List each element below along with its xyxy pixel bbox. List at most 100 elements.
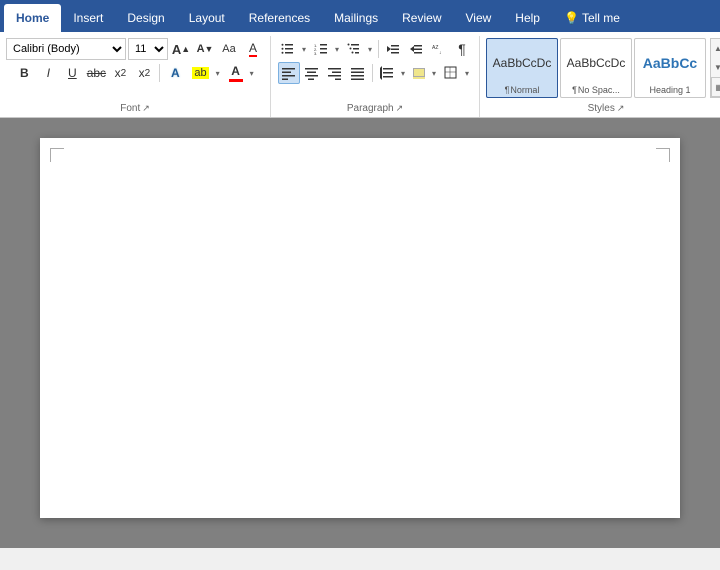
- style-normal-label: ¶ ¶ Normal Normal: [505, 85, 540, 95]
- shading-preview: [413, 68, 425, 77]
- bullets-split-btn: ▾: [277, 38, 309, 60]
- tab-view[interactable]: View: [454, 4, 504, 32]
- page-corner-top-right: [656, 148, 670, 162]
- increase-indent-icon: [409, 42, 423, 56]
- highlight-dropdown-button[interactable]: ▾: [213, 62, 223, 84]
- sort-icon: AZ ↓: [432, 42, 446, 56]
- italic-button[interactable]: I: [37, 62, 59, 84]
- line-spacing-icon: [380, 66, 394, 80]
- styles-list: AaBbCcDc ¶ ¶ Normal Normal AaBbCcDc ¶: [486, 38, 706, 98]
- font-color-button[interactable]: A: [225, 62, 247, 84]
- tell-me-icon: 💡: [564, 11, 579, 25]
- font-group: Calibri (Body) 11 8910 121416 182024 283…: [0, 36, 271, 117]
- styles-scroll-up-button[interactable]: ▲: [711, 39, 720, 58]
- line-spacing-button[interactable]: [376, 62, 398, 84]
- underline-button[interactable]: U: [61, 62, 83, 84]
- font-size-select[interactable]: 11 8910 121416 182024 283648 72: [128, 38, 168, 60]
- bullets-dropdown[interactable]: ▾: [299, 38, 309, 60]
- bold-button[interactable]: B: [13, 62, 35, 84]
- multilevel-dropdown[interactable]: ▾: [365, 38, 375, 60]
- font-grow-button[interactable]: A▲: [170, 38, 192, 60]
- page-corner-top-left: [50, 148, 64, 162]
- style-no-spacing-preview: AaBbCcDc: [563, 41, 629, 85]
- style-normal-preview: AaBbCcDc: [489, 41, 555, 85]
- styles-group-label: Styles ↗: [486, 101, 720, 117]
- highlight-split-btn: ab ▾: [188, 62, 222, 84]
- style-normal[interactable]: AaBbCcDc ¶ ¶ Normal Normal: [486, 38, 558, 98]
- font-shrink-button[interactable]: A▼: [194, 38, 216, 60]
- styles-group-content: AaBbCcDc ¶ ¶ Normal Normal AaBbCcDc ¶: [486, 38, 720, 101]
- tab-insert[interactable]: Insert: [61, 4, 115, 32]
- align-left-button[interactable]: [278, 62, 300, 84]
- borders-button[interactable]: [440, 62, 462, 84]
- change-case-button[interactable]: Aa: [218, 38, 240, 60]
- para-row-1: ▾ 1. 2. 3. ▾: [277, 38, 473, 60]
- numbering-split-btn: 1. 2. 3. ▾: [310, 38, 342, 60]
- shading-button[interactable]: [409, 62, 429, 84]
- font-group-expand[interactable]: ↗: [142, 103, 150, 114]
- tab-review[interactable]: Review: [390, 4, 453, 32]
- tab-layout[interactable]: Layout: [177, 4, 237, 32]
- styles-expand-button[interactable]: ▦: [711, 77, 720, 97]
- bullets-button[interactable]: [277, 38, 299, 60]
- numbering-dropdown[interactable]: ▾: [332, 38, 342, 60]
- para-row-2: ▾ ▾: [278, 62, 472, 84]
- ribbon-tab-bar: Home Insert Design Layout References Mai…: [0, 0, 720, 32]
- increase-indent-button[interactable]: [405, 38, 427, 60]
- align-right-icon: [328, 66, 342, 80]
- borders-dropdown[interactable]: ▾: [462, 62, 472, 84]
- paragraph-group-expand[interactable]: ↗: [396, 103, 404, 114]
- align-right-button[interactable]: [324, 62, 346, 84]
- font-name-select[interactable]: Calibri (Body): [6, 38, 126, 60]
- styles-group: AaBbCcDc ¶ ¶ Normal Normal AaBbCcDc ¶: [480, 36, 720, 117]
- sort-button[interactable]: AZ ↓: [428, 38, 450, 60]
- justify-icon: [351, 66, 365, 80]
- align-center-button[interactable]: [301, 62, 323, 84]
- highlight-button[interactable]: ab: [188, 62, 212, 84]
- borders-split-btn: ▾: [440, 62, 472, 84]
- decrease-indent-button[interactable]: [382, 38, 404, 60]
- text-effects-button[interactable]: A: [164, 62, 186, 84]
- line-spacing-split-btn: ▾: [376, 62, 408, 84]
- line-spacing-dropdown[interactable]: ▾: [398, 62, 408, 84]
- justify-button[interactable]: [347, 62, 369, 84]
- font-row-1: Calibri (Body) 11 8910 121416 182024 283…: [6, 38, 264, 60]
- borders-icon: [444, 66, 458, 80]
- tab-references[interactable]: References: [237, 4, 322, 32]
- ribbon-toolbar: Calibri (Body) 11 8910 121416 182024 283…: [0, 32, 720, 118]
- style-heading-1-label: Heading 1: [649, 85, 690, 95]
- shading-dropdown[interactable]: ▾: [429, 62, 439, 84]
- paragraph-group: ▾ 1. 2. 3. ▾: [271, 36, 480, 117]
- bullets-icon: [281, 42, 295, 56]
- show-hide-button[interactable]: ¶: [451, 38, 473, 60]
- numbering-button[interactable]: 1. 2. 3.: [310, 38, 332, 60]
- clear-formatting-button[interactable]: A: [242, 38, 264, 60]
- shading-color-bar: [413, 77, 425, 79]
- tab-mailings[interactable]: Mailings: [322, 4, 390, 32]
- styles-scroll-down-button[interactable]: ▼: [711, 58, 720, 77]
- tab-home[interactable]: Home: [4, 4, 61, 32]
- tab-help[interactable]: Help: [503, 4, 552, 32]
- align-center-icon: [305, 66, 319, 80]
- font-group-content: Calibri (Body) 11 8910 121416 182024 283…: [6, 38, 264, 101]
- align-left-icon: [282, 66, 296, 80]
- style-no-spacing[interactable]: AaBbCcDc ¶ No Spac...: [560, 38, 632, 98]
- strikethrough-button[interactable]: abc: [85, 62, 107, 84]
- svg-text:↓: ↓: [439, 50, 442, 56]
- document-page[interactable]: [40, 138, 680, 518]
- svg-text:AZ: AZ: [432, 45, 438, 51]
- shading-split-btn: ▾: [409, 62, 439, 84]
- document-area: [0, 118, 720, 548]
- multilevel-button[interactable]: [343, 38, 365, 60]
- superscript-button[interactable]: x2: [133, 62, 155, 84]
- subscript-button[interactable]: x2: [109, 62, 131, 84]
- tab-design[interactable]: Design: [115, 4, 176, 32]
- font-color-indicator: [229, 79, 243, 82]
- para-divider-2: [372, 64, 373, 82]
- tab-tell-me[interactable]: 💡 Tell me: [552, 4, 632, 32]
- paragraph-group-content: ▾ 1. 2. 3. ▾: [277, 38, 473, 101]
- style-heading-1[interactable]: AaBbCc Heading 1: [634, 38, 706, 98]
- styles-scroll-container: ▲ ▼ ▦: [710, 38, 720, 98]
- styles-group-expand[interactable]: ↗: [617, 103, 625, 114]
- font-color-dropdown-button[interactable]: ▾: [247, 62, 257, 84]
